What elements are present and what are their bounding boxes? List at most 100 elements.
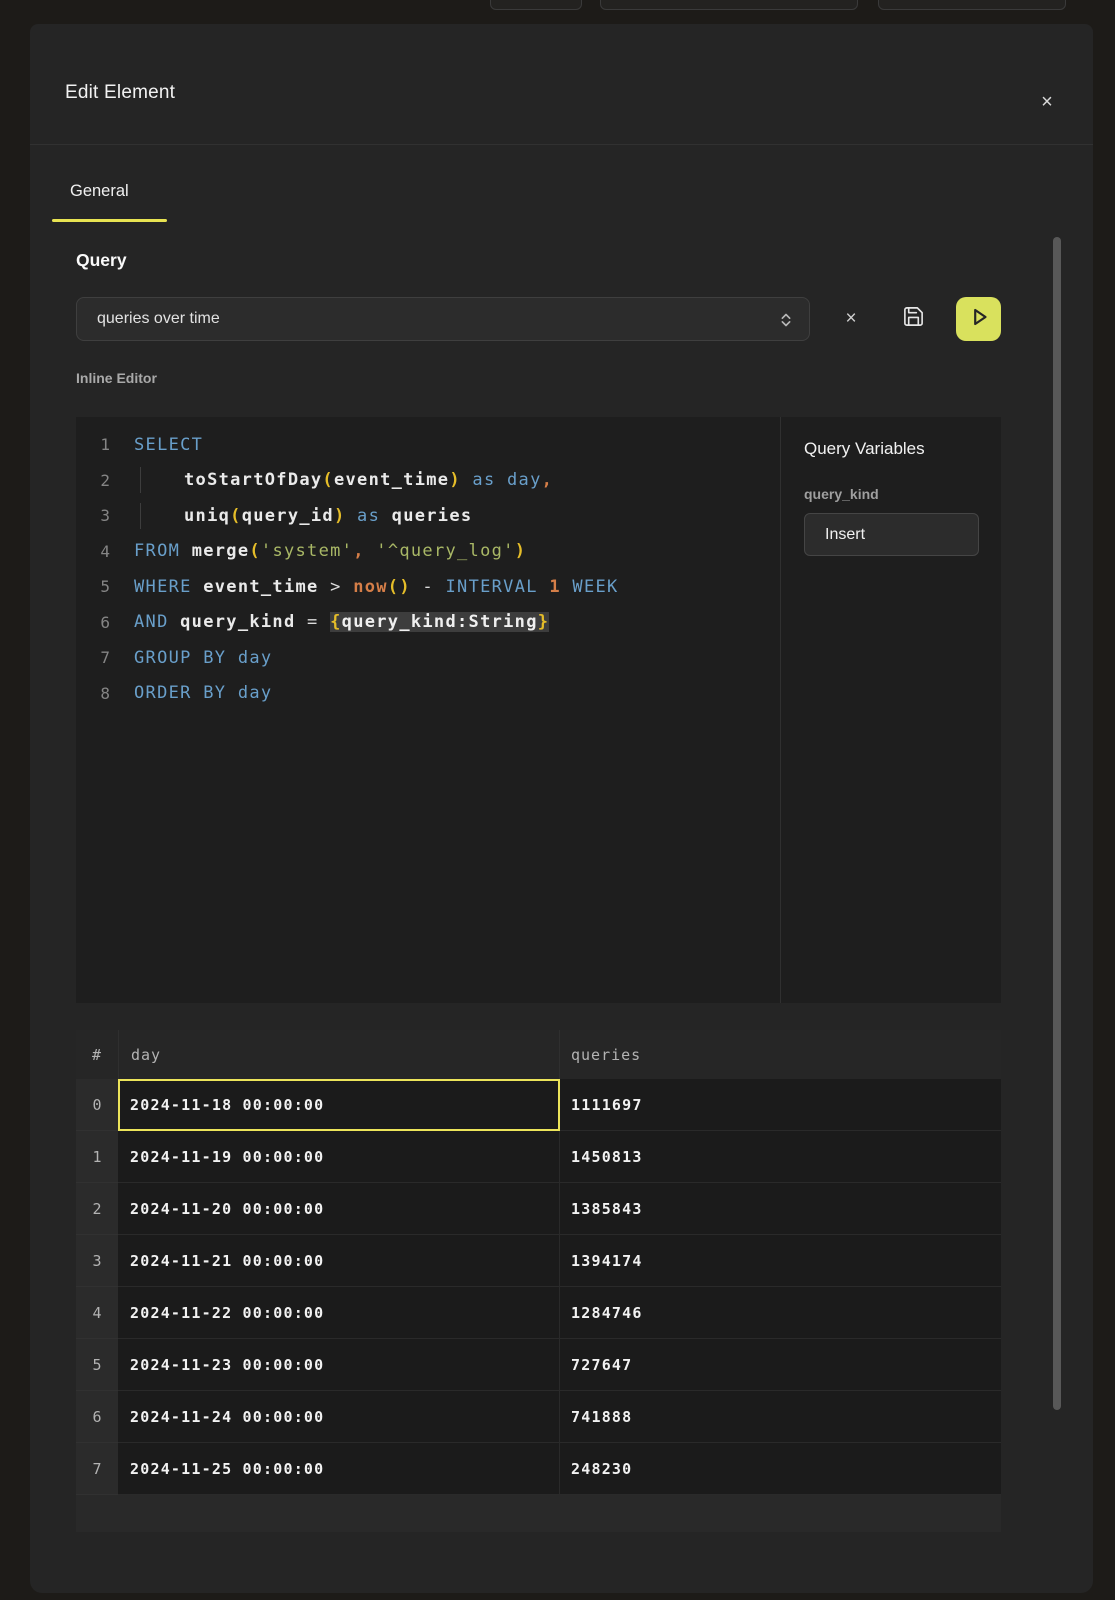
day-cell[interactable]: 2024-11-24 00:00:00 bbox=[118, 1391, 560, 1443]
insert-variable-button[interactable]: Insert bbox=[804, 513, 979, 556]
code-text: ORDER BY day bbox=[110, 683, 272, 703]
sql-token: query_id bbox=[242, 506, 334, 526]
header-divider bbox=[30, 144, 1093, 145]
sql-token: { bbox=[330, 612, 342, 632]
sql-token: event_time bbox=[334, 470, 449, 490]
code-text: toStartOfDay(event_time) as day, bbox=[110, 467, 553, 493]
background-input bbox=[878, 0, 1066, 10]
sql-token: ( bbox=[388, 577, 400, 597]
queries-cell[interactable]: 727647 bbox=[560, 1339, 1001, 1391]
sql-token: AND bbox=[134, 612, 180, 632]
column-header-index: # bbox=[76, 1046, 118, 1064]
table-row: 22024-11-20 00:00:001385843 bbox=[76, 1183, 1001, 1235]
sql-token: uniq bbox=[184, 506, 230, 526]
editor-line: 6AND query_kind = {query_kind:String} bbox=[76, 605, 780, 641]
table-row: 62024-11-24 00:00:00741888 bbox=[76, 1391, 1001, 1443]
sql-token: '^query_log' bbox=[376, 541, 514, 561]
day-cell[interactable]: 2024-11-21 00:00:00 bbox=[118, 1235, 560, 1287]
sql-token: as bbox=[346, 506, 392, 526]
sql-token: } bbox=[538, 612, 550, 632]
sql-token: now bbox=[353, 577, 388, 597]
background-input bbox=[600, 0, 858, 10]
line-number: 1 bbox=[76, 435, 110, 454]
row-index-cell: 7 bbox=[76, 1443, 118, 1495]
tab-general[interactable]: General bbox=[70, 182, 129, 201]
sql-token: query_kind bbox=[180, 612, 295, 632]
table-row: 32024-11-21 00:00:001394174 bbox=[76, 1235, 1001, 1287]
sql-token: - bbox=[411, 577, 446, 597]
line-number: 2 bbox=[76, 471, 110, 490]
queries-cell[interactable]: 1111697 bbox=[560, 1079, 1001, 1131]
column-header-queries: queries bbox=[560, 1046, 1001, 1064]
sql-token: INTERVAL bbox=[446, 577, 550, 597]
table-row: 52024-11-23 00:00:00727647 bbox=[76, 1339, 1001, 1391]
line-number: 6 bbox=[76, 613, 110, 632]
indent-guide bbox=[140, 503, 141, 529]
query-section-heading: Query bbox=[76, 250, 127, 271]
sql-token: WHERE bbox=[134, 577, 203, 597]
inline-editor-label: Inline Editor bbox=[76, 370, 157, 386]
row-index-cell: 5 bbox=[76, 1339, 118, 1391]
editor-line: 3uniq(query_id) as queries bbox=[76, 498, 780, 534]
row-index-cell: 2 bbox=[76, 1183, 118, 1235]
query-select[interactable]: queries over time bbox=[76, 297, 810, 341]
modal-title: Edit Element bbox=[65, 82, 175, 104]
code-text: GROUP BY day bbox=[110, 648, 272, 668]
sql-token: merge bbox=[192, 541, 250, 561]
sql-token: ( bbox=[322, 470, 334, 490]
run-query-button[interactable] bbox=[956, 297, 1001, 341]
code-text: WHERE event_time > now() - INTERVAL 1 WE… bbox=[110, 577, 619, 597]
sql-token: toStartOfDay bbox=[184, 470, 322, 490]
sql-token: SELECT bbox=[134, 435, 203, 455]
editor-line: 7 GROUP BY day bbox=[76, 640, 780, 676]
line-number: 8 bbox=[76, 684, 110, 703]
editor-line: 8 ORDER BY day bbox=[76, 676, 780, 712]
edit-element-modal: Edit Element × General Query queries ove… bbox=[30, 24, 1093, 1593]
queries-cell[interactable]: 1394174 bbox=[560, 1235, 1001, 1287]
results-table-header: # day queries bbox=[76, 1030, 1001, 1079]
column-header-day: day bbox=[118, 1030, 560, 1079]
queries-cell[interactable]: 741888 bbox=[560, 1391, 1001, 1443]
query-select-value: queries over time bbox=[97, 310, 220, 328]
day-cell[interactable]: 2024-11-22 00:00:00 bbox=[118, 1287, 560, 1339]
clear-query-button[interactable]: × bbox=[831, 297, 871, 341]
queries-cell[interactable]: 1450813 bbox=[560, 1131, 1001, 1183]
code-text: SELECT bbox=[110, 435, 203, 455]
results-table: # day queries 02024-11-18 00:00:00111169… bbox=[76, 1030, 1001, 1532]
variable-name-label: query_kind bbox=[804, 486, 979, 502]
queries-cell[interactable]: 248230 bbox=[560, 1443, 1001, 1495]
query-variables-heading: Query Variables bbox=[804, 439, 979, 459]
row-index-cell: 4 bbox=[76, 1287, 118, 1339]
inline-editor: 1 SELECT 2toStartOfDay(event_time) as day,… bbox=[76, 417, 1001, 1003]
editor-line: 5WHERE event_time > now() - INTERVAL 1 W… bbox=[76, 569, 780, 605]
code-text: FROM merge('system', '^query_log') bbox=[110, 541, 526, 561]
line-number: 7 bbox=[76, 648, 110, 667]
sql-token: ) bbox=[334, 506, 346, 526]
day-cell[interactable]: 2024-11-20 00:00:00 bbox=[118, 1183, 560, 1235]
sql-token: ORDER BY day bbox=[134, 683, 272, 703]
sql-token: queries bbox=[392, 506, 473, 526]
table-row: 72024-11-25 00:00:00248230 bbox=[76, 1443, 1001, 1495]
sql-code-editor[interactable]: 1 SELECT 2toStartOfDay(event_time) as day,… bbox=[76, 417, 781, 1003]
play-icon bbox=[966, 304, 992, 335]
sql-token: > bbox=[319, 577, 354, 597]
table-row: 42024-11-22 00:00:001284746 bbox=[76, 1287, 1001, 1339]
close-button[interactable]: × bbox=[1031, 86, 1063, 118]
table-row: 02024-11-18 00:00:001111697 bbox=[76, 1079, 1001, 1131]
sql-token: GROUP BY day bbox=[134, 648, 272, 668]
sql-token: ( bbox=[249, 541, 261, 561]
queries-cell[interactable]: 1385843 bbox=[560, 1183, 1001, 1235]
table-row: 12024-11-19 00:00:001450813 bbox=[76, 1131, 1001, 1183]
insert-button-label: Insert bbox=[825, 526, 865, 544]
day-cell[interactable]: 2024-11-23 00:00:00 bbox=[118, 1339, 560, 1391]
save-query-button[interactable] bbox=[893, 297, 933, 341]
day-cell[interactable]: 2024-11-19 00:00:00 bbox=[118, 1131, 560, 1183]
sql-token: ) bbox=[449, 470, 461, 490]
day-cell-selected[interactable]: 2024-11-18 00:00:00 bbox=[118, 1079, 560, 1131]
queries-cell[interactable]: 1284746 bbox=[560, 1287, 1001, 1339]
modal-scrollbar-thumb[interactable] bbox=[1053, 237, 1061, 1410]
query-variables-panel: Query Variables query_kind Insert bbox=[781, 417, 1001, 1003]
day-cell[interactable]: 2024-11-25 00:00:00 bbox=[118, 1443, 560, 1495]
sql-token: 'system' bbox=[261, 541, 353, 561]
sql-token: ) bbox=[399, 577, 411, 597]
